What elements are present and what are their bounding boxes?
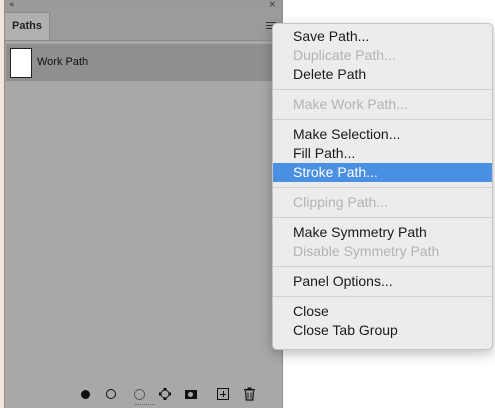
load-selection-icon[interactable] <box>132 387 146 401</box>
menu-item-duplicate-path: Duplicate Path... <box>293 47 396 63</box>
path-label: Work Path <box>37 56 89 68</box>
menu-item-stroke-path[interactable]: Stroke Path... <box>273 163 492 182</box>
menu-item-close-tab-group[interactable]: Close Tab Group <box>273 321 492 340</box>
panel-resize-grip[interactable] <box>135 404 155 408</box>
menu-separator <box>273 187 492 188</box>
menu-item-close[interactable]: Close <box>273 302 492 321</box>
menu-item-delete-path[interactable]: Delete Path <box>273 65 492 84</box>
collapse-panel-icon[interactable]: « <box>9 0 15 10</box>
menu-separator <box>273 89 492 90</box>
path-row-work-path[interactable]: Work Path <box>6 44 278 81</box>
add-mask-icon[interactable] <box>184 387 198 401</box>
delete-path-icon[interactable] <box>242 387 256 401</box>
menu-item-save-path[interactable]: Save Path... <box>273 27 492 46</box>
menu-separator <box>273 217 492 218</box>
make-work-path-icon[interactable] <box>158 387 172 401</box>
panel-footer <box>5 380 282 408</box>
panel-flyout-menu: Save Path... Duplicate Path... Delete Path… <box>272 23 493 350</box>
menu-item-make-work-path: Make Work Path... <box>293 96 408 112</box>
stroke-path-icon[interactable] <box>104 387 118 401</box>
close-panel-icon[interactable]: × <box>268 0 276 10</box>
menu-item-fill-path[interactable]: Fill Path... <box>273 144 492 163</box>
menu-item-make-symmetry-path[interactable]: Make Symmetry Path <box>273 223 492 242</box>
path-thumbnail <box>10 48 32 78</box>
menu-separator <box>273 296 492 297</box>
menu-item-make-selection[interactable]: Make Selection... <box>273 125 492 144</box>
paths-panel: « × Paths Work Path <box>4 0 283 408</box>
new-path-icon[interactable] <box>216 387 230 401</box>
menu-separator <box>273 119 492 120</box>
fill-path-icon[interactable] <box>78 387 92 401</box>
menu-item-clipping-path: Clipping Path... <box>293 194 388 210</box>
menu-item-panel-options[interactable]: Panel Options... <box>273 272 492 291</box>
panel-titlebar: « × <box>5 0 282 10</box>
panel-tabbar: Paths <box>5 10 282 41</box>
menu-item-disable-symmetry-path: Disable Symmetry Path <box>293 243 440 259</box>
tab-paths[interactable]: Paths <box>5 12 50 40</box>
menu-separator <box>273 266 492 267</box>
